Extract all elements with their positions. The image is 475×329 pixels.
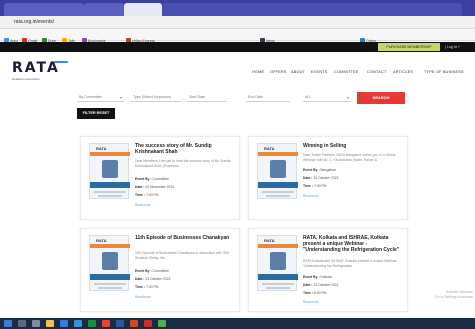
- event-description: RATA Kolkata and ISHRAE, Kolkata present…: [303, 259, 399, 268]
- event-card[interactable]: RATA 11th Episode of Businesses Chanakya…: [80, 228, 240, 312]
- speaker-photo: [102, 252, 118, 270]
- end-date-input[interactable]: End Date: [246, 94, 290, 102]
- taskbar: [0, 318, 475, 329]
- store-icon[interactable]: [74, 320, 82, 327]
- event-date: Date : 24 October 2021: [303, 283, 339, 287]
- nav-committee[interactable]: COMMITTEE: [334, 70, 359, 74]
- poster-brand: RATA: [264, 238, 275, 243]
- bookmark-item[interactable]: Apps: [4, 32, 18, 44]
- url-text[interactable]: rata.org.in/events/: [14, 19, 54, 25]
- event-description: Dear Members, Lets get to hear the succe…: [135, 159, 231, 168]
- filter-reset-button[interactable]: FILTER RESET: [77, 108, 115, 119]
- bookmark-item[interactable]: Indian Express: [126, 32, 155, 44]
- read-more-link[interactable]: Read more: [303, 194, 319, 198]
- pdf-icon[interactable]: [144, 320, 152, 327]
- search-button[interactable]: SEARCH: [357, 92, 405, 104]
- edge-icon[interactable]: [60, 320, 68, 327]
- event-description: 11th Episode of Businesses Chanakyan in …: [135, 251, 230, 260]
- browser-tab-active[interactable]: [124, 3, 162, 16]
- event-title[interactable]: 11th Episode of Businesses Chanakyan: [135, 235, 235, 241]
- address-bar[interactable]: rata.org.in/events/: [0, 16, 475, 29]
- event-poster-image[interactable]: RATA: [89, 235, 130, 291]
- logo-tagline: Retailers Association: [12, 77, 40, 81]
- event-poster-image[interactable]: RATA: [257, 235, 298, 291]
- task-view-icon[interactable]: [32, 320, 40, 327]
- nav-articles[interactable]: ARTICLES: [393, 70, 413, 74]
- word-icon[interactable]: [116, 320, 124, 327]
- event-date: Date : 20 October 2021: [303, 176, 339, 180]
- nav-offers[interactable]: OFFERS: [270, 70, 287, 74]
- event-date: Date : 02 November 2021: [135, 185, 175, 189]
- event-poster-image[interactable]: RATA: [257, 143, 298, 199]
- event-card[interactable]: RATA Winning in Selling Dear Textile Par…: [248, 136, 408, 220]
- event-time: Time : 7:00 PM: [135, 193, 159, 197]
- poster-brand: RATA: [96, 238, 107, 243]
- chevron-down-icon: ▾: [119, 95, 122, 100]
- event-by: Event By : Bangalore: [303, 168, 336, 172]
- bookmark-item[interactable]: Bookmarks: [82, 32, 106, 44]
- bookmark-item[interactable]: Tally: [62, 32, 75, 44]
- event-poster-image[interactable]: RATA: [89, 143, 130, 199]
- nav-contact[interactable]: CONTACT: [367, 70, 386, 74]
- event-card[interactable]: RATA RATA, Kolkata and ISHRAE, Kolkata p…: [248, 228, 408, 312]
- read-more-link[interactable]: Read more: [135, 295, 151, 299]
- read-more-link[interactable]: Read more: [135, 203, 151, 207]
- nav-events[interactable]: EVENTS: [311, 70, 327, 74]
- event-by: Event By : Committee: [135, 177, 169, 181]
- site-logo[interactable]: RATA: [12, 60, 60, 76]
- browser-tab[interactable]: [4, 3, 84, 16]
- event-date: Date : 23 October 2021: [135, 277, 171, 281]
- bookmark-item[interactable]: News: [260, 32, 275, 44]
- event-description: Dear Textile Partners, RATA Bangalore in…: [303, 153, 396, 162]
- login-link[interactable]: | Log In +: [445, 43, 460, 51]
- event-title[interactable]: Winning in Selling: [303, 143, 403, 149]
- event-title[interactable]: The success story of Mr. Sundip Krishnak…: [135, 143, 235, 155]
- logo-swoosh: [54, 61, 68, 63]
- bookmark-item[interactable]: Online: [360, 32, 376, 44]
- browser-tab[interactable]: [162, 3, 462, 16]
- windows-start-icon[interactable]: [4, 320, 12, 327]
- bookmark-item[interactable]: Gmail: [22, 32, 37, 44]
- event-title[interactable]: RATA, Kolkata and ISHRAE, Kolkata presen…: [303, 235, 403, 253]
- purchase-membership-button[interactable]: PURCHASE MEMBERSHIP: [378, 43, 440, 51]
- start-date-input[interactable]: Start Date: [187, 94, 227, 102]
- chevron-down-icon: ▾: [346, 95, 349, 100]
- file-explorer-icon[interactable]: [46, 320, 54, 327]
- speaker-photo: [270, 252, 286, 270]
- event-time: Time : 7:00 PM: [303, 184, 327, 188]
- poster-brand: RATA: [96, 146, 107, 151]
- activate-windows-watermark: Activate Windows Go to Settings to activ…: [435, 290, 473, 299]
- nav-about[interactable]: ABOUT: [291, 70, 305, 74]
- nav-home[interactable]: HOME: [252, 70, 264, 74]
- poster-brand: RATA: [264, 146, 275, 151]
- search-icon[interactable]: [18, 320, 26, 327]
- nav-type-of-business[interactable]: TYPE OF BUSINESS: [424, 70, 464, 74]
- event-by: Event By : Kolkata: [303, 275, 332, 279]
- type-filter-input[interactable]: Type (Select Keywords): [131, 94, 181, 102]
- event-time: Time : 7:00 PM: [135, 285, 159, 289]
- speaker-photo: [270, 160, 286, 178]
- event-by: Event By : Committee: [135, 269, 169, 273]
- speaker-photo: [102, 160, 118, 178]
- app-icon[interactable]: [158, 320, 166, 327]
- event-time: Time : 6:00 PM: [303, 291, 327, 295]
- category-filter-select[interactable]: ALL ▾: [303, 94, 351, 102]
- powerpoint-icon[interactable]: [130, 320, 138, 327]
- chrome-icon[interactable]: [102, 320, 110, 327]
- site-topbar: PURCHASE MEMBERSHIP | Log In +: [0, 42, 475, 52]
- committee-filter-select[interactable]: By Committee ▾: [77, 94, 124, 102]
- bookmark-item[interactable]: Drive: [42, 32, 56, 44]
- read-more-link[interactable]: Read more: [303, 300, 319, 304]
- browser-tab[interactable]: [84, 3, 124, 16]
- bookmarks-bar: Apps Gmail Drive Tally Bookmarks Indian …: [0, 29, 475, 44]
- event-card[interactable]: RATA The success story of Mr. Sundip Kri…: [80, 136, 240, 220]
- browser-tab-strip: [0, 0, 475, 16]
- excel-icon[interactable]: [88, 320, 96, 327]
